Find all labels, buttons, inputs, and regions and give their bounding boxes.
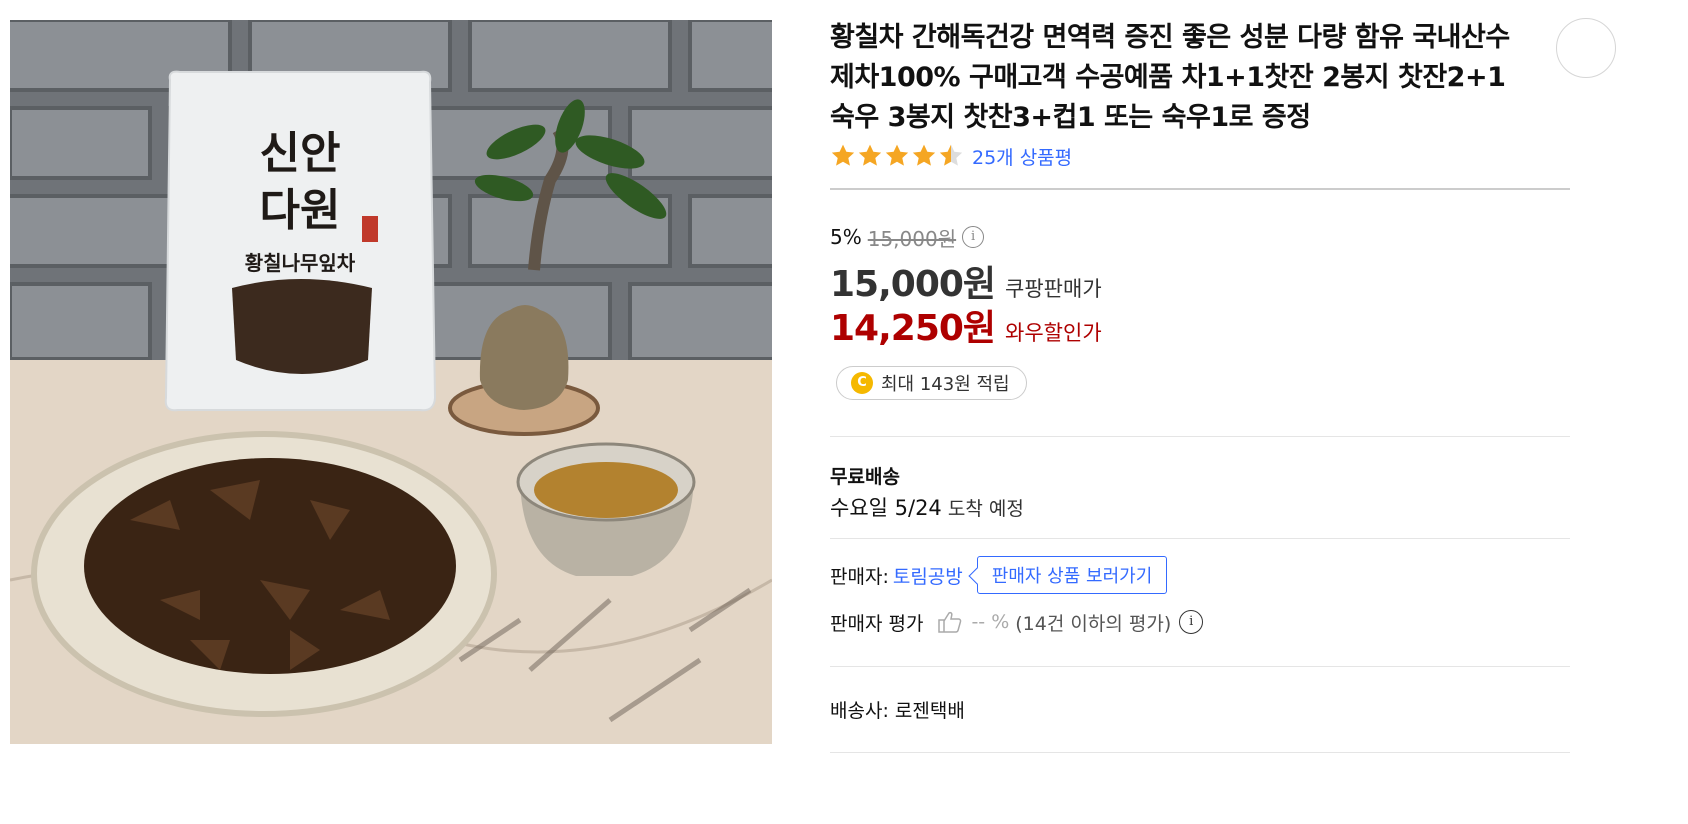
wow-price-row: 14,250원 와우할인가	[830, 299, 1102, 351]
star-half-icon	[939, 144, 963, 166]
divider	[830, 436, 1570, 437]
product-photo-illustration: 신안 다원 황칠나무잎차	[10, 20, 772, 744]
seller-rating-label: 판매자 평가	[830, 612, 924, 635]
wow-price-label: 와우할인가	[1005, 321, 1102, 345]
cash-reward-label: 최대 143원 적립	[881, 374, 1010, 395]
seller-rating-row: 판매자 평가 -- % (14건 이하의 평가) i	[830, 606, 1204, 638]
info-icon[interactable]: i	[962, 226, 985, 248]
info-icon[interactable]: i	[1179, 610, 1204, 634]
star-icon	[858, 144, 882, 166]
discount-rate: 5%	[830, 225, 862, 249]
star-icon	[885, 144, 909, 166]
seller-label: 판매자:	[830, 565, 889, 588]
carrier-label: 배송사: 로젠택배	[830, 700, 965, 722]
arrival-date: 수요일 5/24 도착 예정	[830, 492, 1024, 522]
arrival-day: 수요일 5/24	[830, 496, 942, 520]
star-icon	[831, 144, 855, 166]
divider	[830, 666, 1570, 667]
cash-reward-badge[interactable]: C 최대 143원 적립	[836, 366, 1027, 400]
review-count-link[interactable]: 25개 상품평	[972, 143, 1072, 170]
seller-name-link[interactable]: 토림공방	[893, 562, 963, 589]
package-brand-line2: 다원	[260, 185, 341, 236]
arrival-suffix: 도착 예정	[941, 498, 1024, 520]
star-rating	[830, 143, 964, 169]
seller-row: 판매자: 토림공방 판매자 상품 보러가기	[830, 556, 1168, 594]
wow-price: 14,250원	[830, 308, 996, 349]
package-brand-line1: 신안	[260, 128, 341, 179]
product-title: 황칠차 간해독건강 면역력 증진 좋은 성분 다량 함유 국내산수제차100% …	[830, 22, 1510, 133]
original-price: 15,000원	[867, 226, 957, 251]
seller-rating-note: (14건 이하의 평가)	[1015, 612, 1172, 635]
thumbs-up-icon	[938, 611, 962, 633]
coin-icon: C	[851, 372, 873, 394]
original-price-row: 5% 15,000원 i	[830, 222, 985, 252]
view-seller-products-button[interactable]: 판매자 상품 보러가기	[976, 556, 1168, 594]
seller-rating-percent: -- %	[971, 611, 1010, 633]
star-icon	[912, 144, 936, 166]
divider	[830, 188, 1570, 190]
product-image[interactable]: 신안 다원 황칠나무잎차	[10, 20, 772, 744]
divider	[830, 538, 1570, 539]
divider	[830, 752, 1570, 753]
package-product-name: 황칠나무잎차	[245, 251, 356, 275]
rating-row[interactable]: 25개 상품평	[830, 141, 1072, 171]
share-button[interactable]	[1556, 18, 1616, 78]
free-shipping-label: 무료배송	[830, 466, 900, 488]
package-seal	[362, 216, 378, 242]
